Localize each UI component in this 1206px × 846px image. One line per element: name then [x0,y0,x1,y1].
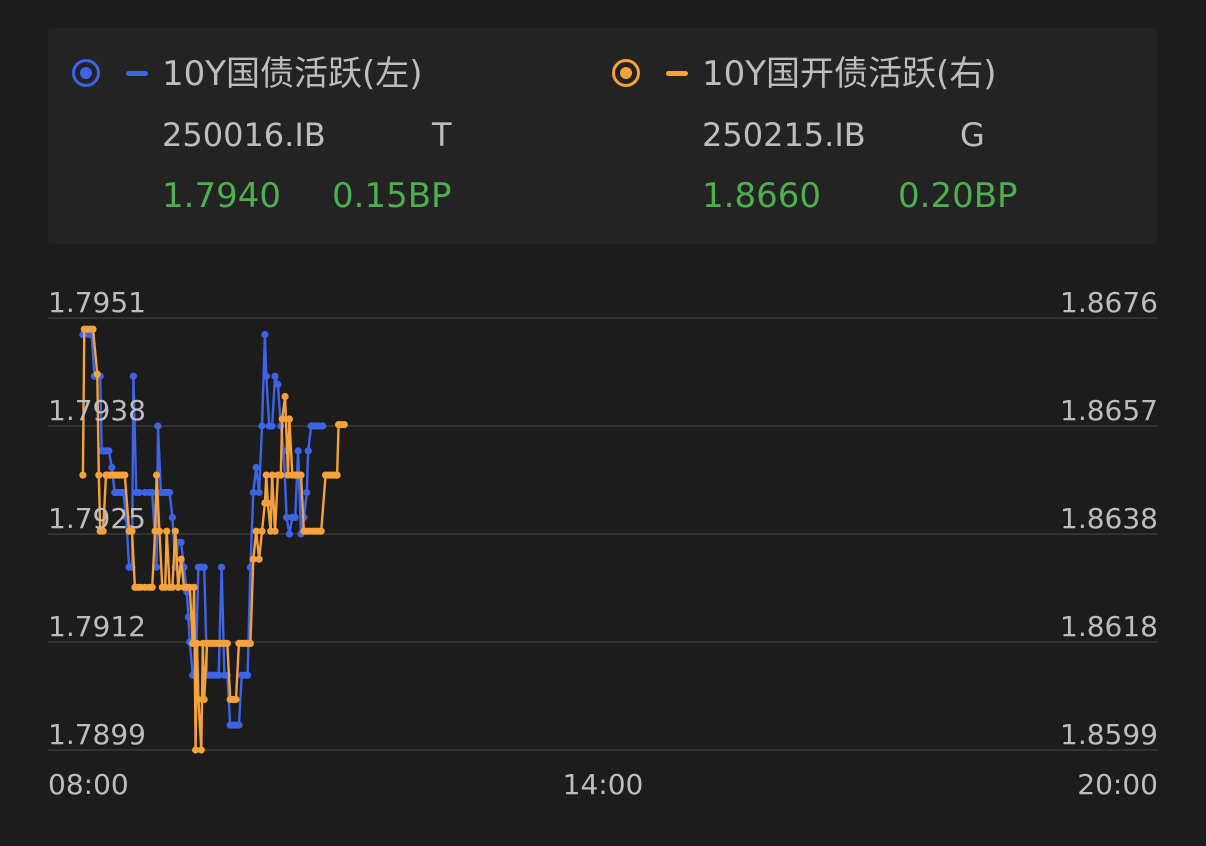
legend-series-right[interactable]: 10Y国开债活跃(右) 250215.IB G 1.8660 0.20BP [588,28,1158,244]
data-point [190,583,198,591]
data-point [285,415,293,423]
data-point [277,471,285,479]
data-point [163,527,171,535]
series-type-tag: T [432,116,452,154]
series-line [81,328,345,752]
data-point [333,471,341,479]
data-point [89,325,97,333]
data-point [294,447,302,455]
series-toggle-radio-icon[interactable] [612,59,640,87]
series-bond-code: 250215.IB [702,116,866,154]
y-left-tick-label: 1.7912 [48,610,146,643]
data-point [177,555,185,563]
series-yield-change: 0.20BP [898,176,1018,216]
data-point [262,372,270,380]
data-point [166,488,174,497]
data-point [252,463,260,472]
y-left-tick-label: 1.7951 [48,286,146,319]
data-point [317,527,325,535]
data-point [297,471,305,479]
data-point [155,527,163,535]
data-point [197,746,205,754]
y-left-tick-label: 1.7899 [48,718,146,751]
data-point [281,392,289,401]
data-point [79,471,87,479]
data-point [271,372,279,380]
data-point [148,583,156,591]
series-type-tag: G [960,116,985,154]
y-right-tick-label: 1.8657 [1060,394,1158,427]
data-point [218,563,226,571]
data-point [255,488,263,497]
data-point [278,415,286,423]
series-line-swatch-icon [126,71,148,76]
axis-labels: 1.7951 1.8676 1.7938 1.8657 1.7925 1.8638 1.79… [48,286,1158,801]
data-point [258,527,266,535]
data-point [285,530,293,538]
series-line-swatch-icon [666,71,688,76]
data-point [121,471,129,479]
series-toggle-radio-icon[interactable] [72,59,100,87]
data-point [340,421,348,429]
data-point [108,463,116,472]
y-left-tick-label: 1.7925 [48,502,146,535]
data-point [168,513,176,521]
data-point [244,671,252,679]
data-point [154,422,162,430]
data-point [319,422,327,430]
series-name: 10Y国债活跃(左) [162,54,423,94]
data-point [304,447,312,455]
y-right-tick-label: 1.8618 [1060,610,1158,643]
data-point [235,721,243,729]
series-right [79,325,348,754]
data-point [200,695,208,704]
data-point [258,422,266,430]
data-point [95,471,103,479]
data-point [93,370,101,378]
y-right-tick-label: 1.8638 [1060,502,1158,535]
data-point [303,488,311,497]
data-point [264,499,272,507]
x-tick-label: 08:00 [48,768,129,801]
data-point [223,639,231,647]
data-point [148,488,156,497]
x-tick-label: 20:00 [1077,768,1158,801]
data-point [232,695,240,704]
series-name: 10Y国开债活跃(右) [702,54,997,94]
data-point [261,331,269,339]
grid-lines [48,317,1158,751]
data-point [246,639,254,647]
series-yield-value: 1.7940 [162,176,281,216]
data-point [291,513,299,521]
data-point [200,563,208,571]
series-yield-change: 0.15BP [332,176,452,216]
legend-series-left[interactable]: 10Y国债活跃(左) 250016.IB T 1.7940 0.15BP [48,28,588,244]
y-right-tick-label: 1.8676 [1060,286,1158,319]
data-point [274,380,282,389]
data-point [171,527,179,535]
legend-panel: 10Y国债活跃(左) 250016.IB T 1.7940 0.15BP 10Y… [48,28,1158,244]
data-point [268,422,276,430]
series-yield-value: 1.8660 [702,176,821,216]
data-point [255,555,263,563]
x-tick-label: 14:00 [563,768,644,801]
data-point [153,471,161,479]
data-point [177,538,185,546]
series-bond-code: 250016.IB [162,116,326,154]
y-right-tick-label: 1.8599 [1060,718,1158,751]
data-point [105,447,113,455]
y-left-tick-label: 1.7938 [48,394,146,427]
series-layer [79,325,348,754]
yield-line-chart[interactable]: 1.7951 1.8676 1.7938 1.8657 1.7925 1.8638 1.79… [0,270,1206,846]
data-point [271,527,279,535]
data-point [129,372,137,380]
